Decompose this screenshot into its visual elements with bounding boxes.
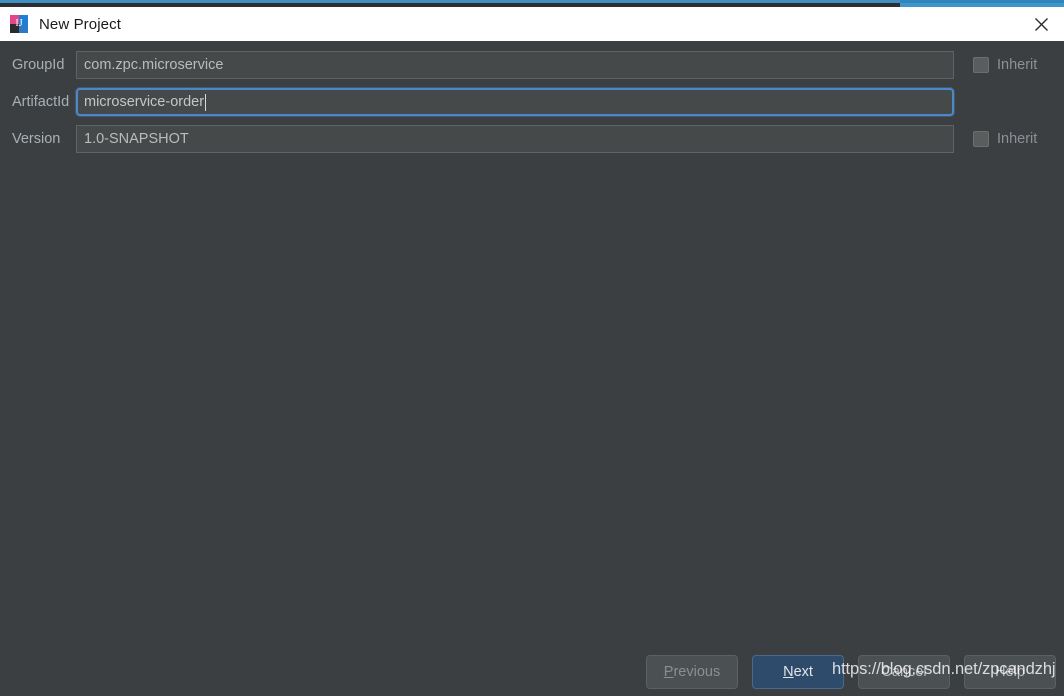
dialog-footer: Previous Next Cancel Help <box>0 655 1064 696</box>
previous-button-label: revious <box>673 664 721 680</box>
close-icon[interactable] <box>1018 7 1064 41</box>
form-row-version: Version 1.0-SNAPSHOT Inherit <box>0 124 1064 154</box>
cancel-button-label: Cancel <box>881 664 927 680</box>
previous-button-mnemonic: P <box>663 664 674 680</box>
next-button-label: ext <box>793 664 813 680</box>
accent-right-line <box>900 0 1064 3</box>
groupid-input-value: com.zpc.microservice <box>84 57 224 73</box>
version-inherit-label: Inherit <box>997 131 1038 147</box>
accent-right-block <box>900 0 1064 7</box>
dialog-content: GroupId com.zpc.microservice Inherit Art… <box>0 41 1064 696</box>
window-title: New Project <box>39 15 121 33</box>
groupid-input[interactable]: com.zpc.microservice <box>76 51 954 79</box>
help-button-label: Help <box>995 664 1025 680</box>
intellij-idea-icon: IJ <box>10 15 28 33</box>
cancel-button[interactable]: Cancel <box>858 655 950 689</box>
help-button[interactable]: Help <box>964 655 1056 689</box>
groupid-inherit-checkbox-group[interactable]: Inherit <box>973 57 1037 73</box>
next-button-mnemonic: N <box>783 664 794 680</box>
version-inherit-checkbox-group[interactable]: Inherit <box>973 131 1037 147</box>
version-inherit-checkbox[interactable] <box>973 131 989 147</box>
artifactid-input[interactable]: microservice-order <box>76 88 954 116</box>
version-input[interactable]: 1.0-SNAPSHOT <box>76 125 954 153</box>
form-row-artifactid: ArtifactId microservice-order <box>0 87 1064 117</box>
previous-button[interactable]: Previous <box>646 655 738 689</box>
new-project-dialog: IJ New Project GroupId com.zpc.microserv… <box>0 0 1064 696</box>
groupid-inherit-label: Inherit <box>997 57 1038 73</box>
groupid-label: GroupId <box>12 57 65 73</box>
next-button[interactable]: Next <box>752 655 844 689</box>
artifactid-input-value: microservice-order <box>84 94 205 110</box>
window-top-accent-strip <box>0 0 1064 7</box>
version-input-value: 1.0-SNAPSHOT <box>84 131 189 147</box>
groupid-inherit-checkbox[interactable] <box>973 57 989 73</box>
form-row-groupid: GroupId com.zpc.microservice Inherit <box>0 50 1064 80</box>
version-label: Version <box>12 131 61 147</box>
artifactid-label: ArtifactId <box>12 94 70 110</box>
text-caret <box>205 93 207 111</box>
title-bar: IJ New Project <box>0 7 1064 41</box>
